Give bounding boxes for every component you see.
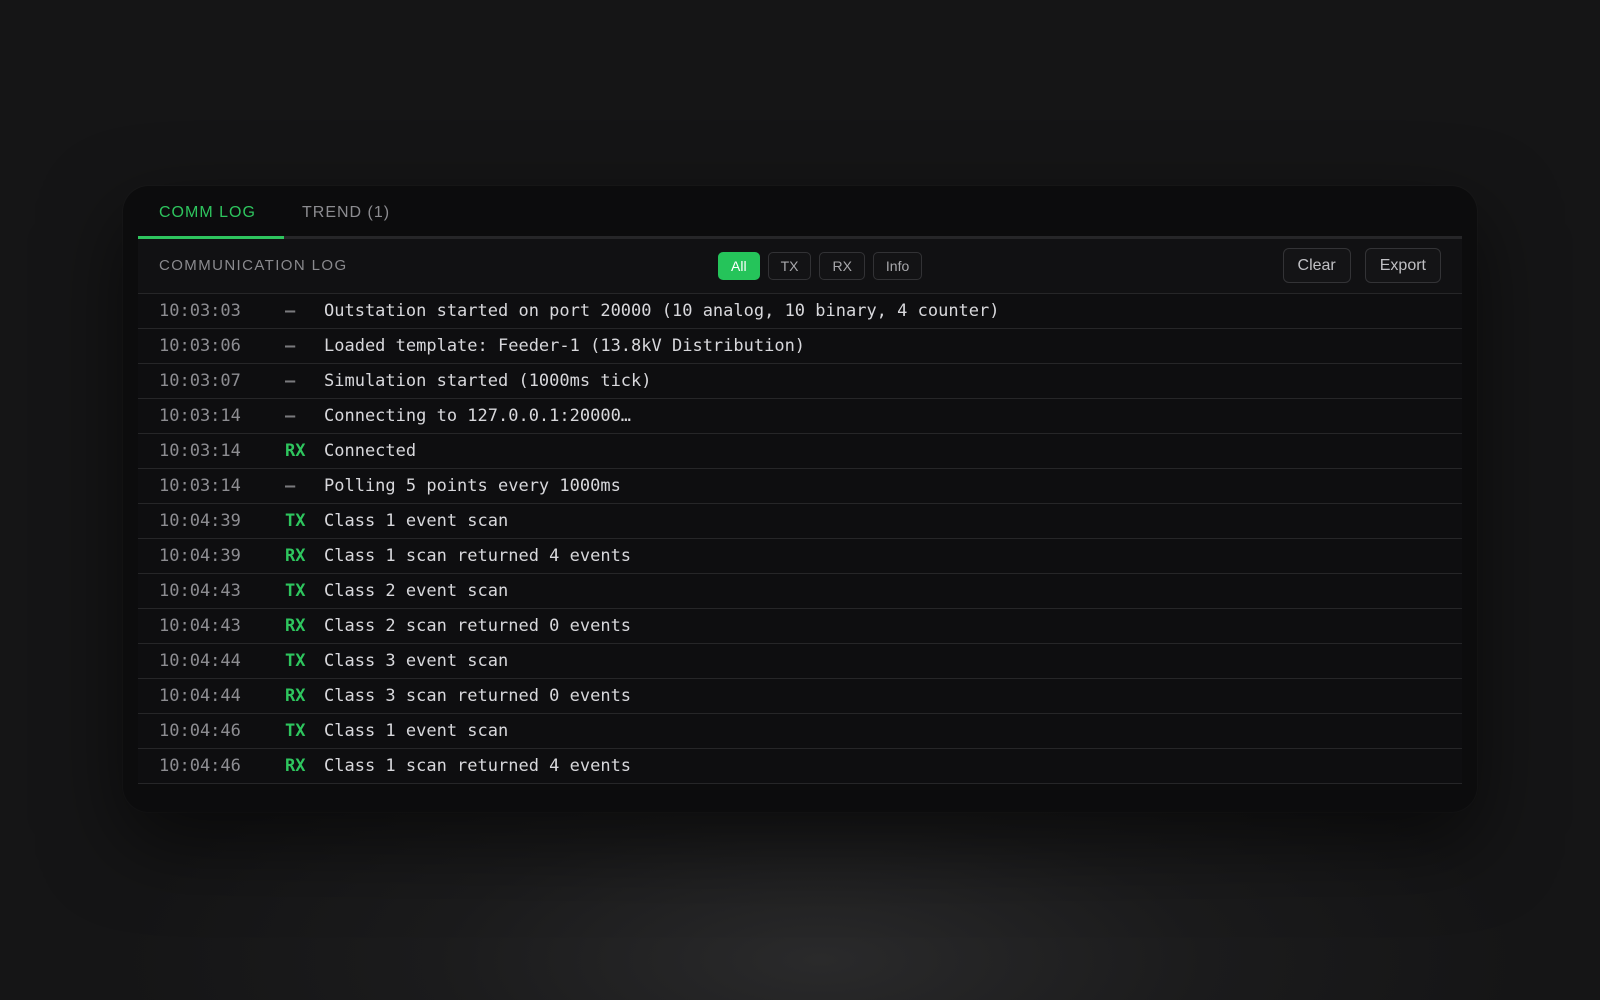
log-message: Class 2 event scan [324, 581, 509, 601]
log-row: 10:03:03 — Outstation started on port 2000… [138, 294, 1462, 329]
log-time: 10:04:39 [159, 511, 241, 531]
log-direction: — [285, 476, 296, 496]
export-button[interactable]: Export [1364, 248, 1441, 283]
section-title: COMMUNICATION LOG [159, 257, 348, 274]
filter-tx-button[interactable]: TX [767, 252, 812, 280]
log-direction: — [285, 371, 296, 391]
filter-rx-button[interactable]: RX [819, 252, 865, 280]
log-row: 10:04:46 RX Class 1 scan returned 4 events [138, 749, 1462, 784]
log-message: Connected [324, 441, 417, 461]
log-direction: TX [285, 511, 306, 531]
log-direction: — [285, 301, 296, 321]
tab-bar: COMM LOG TREND (1) [138, 186, 1462, 239]
log-message: Class 2 scan returned 0 events [324, 616, 632, 636]
log-direction: RX [285, 756, 306, 776]
tab-trend[interactable]: TREND (1) [302, 204, 390, 234]
log-direction: RX [285, 546, 306, 566]
log-row: 10:04:39 TX Class 1 event scan [138, 504, 1462, 539]
log-time: 10:04:44 [159, 686, 241, 706]
log-row: 10:04:43 TX Class 2 event scan [138, 574, 1462, 609]
log-message: Class 1 event scan [324, 721, 509, 741]
log-message: Polling 5 points every 1000ms [324, 476, 621, 496]
log-row: 10:03:14 — Polling 5 points every 1000ms [138, 469, 1462, 504]
log-row: 10:03:14 RX Connected [138, 434, 1462, 469]
log-time: 10:04:43 [159, 581, 241, 601]
log-row: 10:03:14 — Connecting to 127.0.0.1:20000… [138, 399, 1462, 434]
action-group: Clear Export [1282, 248, 1441, 283]
log-direction: — [285, 336, 296, 356]
comm-log-panel: COMM LOG TREND (1) COMMUNICATION LOG All… [123, 186, 1477, 812]
log-direction: RX [285, 686, 306, 706]
log-message: Class 1 scan returned 4 events [324, 756, 632, 776]
log-row: 10:03:07 — Simulation started (1000ms tick… [138, 364, 1462, 399]
log-time: 10:03:06 [159, 336, 241, 356]
log-direction: RX [285, 441, 306, 461]
log-direction: TX [285, 651, 306, 671]
log-message: Class 1 scan returned 4 events [324, 546, 632, 566]
tab-comm-log-label: COMM LOG [159, 204, 256, 221]
log-toolbar: COMMUNICATION LOG All TX RX Info Clear E… [138, 239, 1462, 294]
log-message: Connecting to 127.0.0.1:20000… [324, 406, 632, 426]
panel-inner: COMM LOG TREND (1) COMMUNICATION LOG All… [138, 186, 1462, 812]
log-time: 10:04:46 [159, 721, 241, 741]
log-time: 10:04:46 [159, 756, 241, 776]
log-list[interactable]: 10:03:03 — Outstation started on port 2000… [138, 294, 1462, 784]
log-time: 10:03:07 [159, 371, 241, 391]
filter-info-button[interactable]: Info [872, 252, 923, 280]
log-direction: RX [285, 616, 306, 636]
log-time: 10:03:14 [159, 406, 241, 426]
filter-group: All TX RX Info [718, 252, 923, 280]
log-message: Class 1 event scan [324, 511, 509, 531]
log-row: 10:04:43 RX Class 2 scan returned 0 events [138, 609, 1462, 644]
log-message: Simulation started (1000ms tick) [324, 371, 652, 391]
log-time: 10:04:44 [159, 651, 241, 671]
log-message: Outstation started on port 20000 (10 ana… [324, 301, 1000, 321]
log-message: Class 3 scan returned 0 events [324, 686, 632, 706]
clear-button[interactable]: Clear [1282, 248, 1351, 283]
log-direction: TX [285, 581, 306, 601]
log-row: 10:04:39 RX Class 1 scan returned 4 events [138, 539, 1462, 574]
log-row: 10:04:46 TX Class 1 event scan [138, 714, 1462, 749]
tab-trend-label: TREND (1) [302, 204, 391, 221]
log-time: 10:03:14 [159, 441, 241, 461]
log-direction: TX [285, 721, 306, 741]
log-time: 10:03:03 [159, 301, 241, 321]
filter-all-button[interactable]: All [718, 252, 760, 280]
log-time: 10:04:43 [159, 616, 241, 636]
log-row: 10:04:44 TX Class 3 event scan [138, 644, 1462, 679]
tab-comm-log[interactable]: COMM LOG [159, 204, 256, 234]
log-direction: — [285, 406, 296, 426]
log-message: Class 3 event scan [324, 651, 509, 671]
log-time: 10:03:14 [159, 476, 241, 496]
log-message: Loaded template: Feeder-1 (13.8kV Distri… [324, 336, 806, 356]
log-row: 10:04:44 RX Class 3 scan returned 0 events [138, 679, 1462, 714]
log-time: 10:04:39 [159, 546, 241, 566]
log-row: 10:03:06 — Loaded template: Feeder-1 (13.8… [138, 329, 1462, 364]
